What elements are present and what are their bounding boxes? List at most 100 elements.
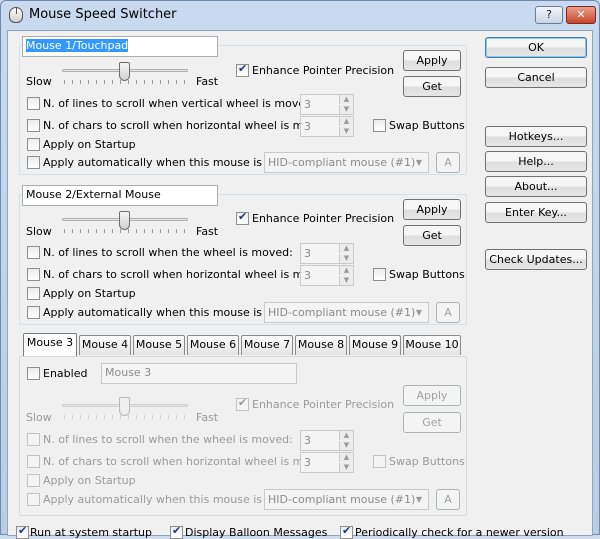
mouse2-lines-label: N. of lines to scroll when the wheel is … — [43, 246, 293, 259]
mouse3-chars-checkbox[interactable] — [27, 455, 40, 468]
check-version-label: Periodically check for a newer version — [355, 526, 564, 539]
chevron-down-icon: ▼ — [415, 495, 423, 504]
mouse1-get-button[interactable]: Get — [403, 76, 461, 97]
mouse3-startup-checkbox[interactable] — [27, 474, 40, 487]
mouse-app-icon — [9, 7, 23, 23]
mouse2-enhance-checkbox[interactable] — [236, 210, 249, 225]
mouse2-speed-thumb[interactable] — [119, 211, 130, 230]
mouse-tabs: Mouse 3 Mouse 4 Mouse 5 Mouse 6 Mouse 7 … — [23, 333, 463, 357]
close-icon[interactable]: ✕ — [566, 6, 596, 24]
mouse2-device-select[interactable]: HID-compliant mouse (#1) ▼ — [264, 302, 429, 323]
mouse3-get-button[interactable]: Get — [403, 412, 461, 433]
tab-mouse-8[interactable]: Mouse 8 — [295, 335, 347, 355]
check-version-checkbox[interactable] — [340, 524, 353, 539]
chevron-down-icon: ▼ — [415, 158, 423, 167]
mouse3-startup-label: Apply on Startup — [43, 474, 136, 487]
balloon-label: Display Balloon Messages — [185, 526, 328, 539]
mouse2-chars-checkbox[interactable] — [27, 268, 40, 281]
mouse1-auto-label: Apply automatically when this mouse is u… — [43, 156, 296, 169]
mouse3-chars-label: N. of chars to scroll when horizontal wh… — [43, 455, 335, 468]
mouse3-apply-button[interactable]: Apply — [403, 385, 461, 406]
mouse2-chars-label: N. of chars to scroll when horizontal wh… — [43, 268, 335, 281]
mouse3-lines-checkbox[interactable] — [27, 433, 40, 446]
mouse1-swap-checkbox[interactable] — [373, 119, 386, 132]
balloon-checkbox[interactable] — [170, 524, 183, 539]
mouse1-apply-button[interactable]: Apply — [403, 50, 461, 71]
mouse2-fast-label: Fast — [196, 225, 219, 238]
mouse1-enhance-checkbox[interactable] — [236, 62, 249, 77]
mouse2-lines-checkbox[interactable] — [27, 246, 40, 259]
mouse2-lines-spinner[interactable]: 3 ▲ ▼ — [300, 243, 354, 264]
title-bar: Mouse Speed Switcher ? ✕ — [1, 1, 599, 29]
mouse2-swap-label: Swap Buttons — [389, 268, 465, 281]
mouse3-swap-checkbox[interactable] — [373, 455, 386, 468]
mouse1-lines-checkbox[interactable] — [27, 97, 40, 110]
mouse1-fast-label: Fast — [196, 75, 219, 88]
mouse3-name-input[interactable]: Mouse 3 — [101, 363, 297, 384]
tab-mouse-4[interactable]: Mouse 4 — [79, 335, 131, 355]
ok-button[interactable]: OK — [485, 37, 587, 58]
mouse3-auto-checkbox[interactable] — [27, 493, 40, 506]
mouse1-lines-label: N. of lines to scroll when vertical whee… — [43, 97, 316, 110]
mouse3-a-button[interactable]: A — [436, 489, 460, 510]
mouse3-fast-label: Fast — [196, 411, 219, 424]
run-startup-label: Run at system startup — [30, 526, 152, 539]
mouse1-slow-label: Slow — [26, 75, 52, 88]
mouse2-swap-checkbox[interactable] — [373, 268, 386, 281]
run-startup-checkbox[interactable] — [16, 524, 29, 539]
help-button[interactable]: Help... — [485, 151, 587, 172]
about-button[interactable]: About... — [485, 176, 587, 197]
mouse3-enhance-checkbox[interactable] — [236, 396, 249, 411]
mouse1-device-select[interactable]: HID-compliant mouse (#1) ▼ — [264, 152, 429, 173]
tab-mouse-3[interactable]: Mouse 3 — [23, 333, 77, 356]
mouse1-swap-label: Swap Buttons — [389, 119, 465, 132]
mouse1-chars-label: N. of chars to scroll when horizontal wh… — [43, 119, 335, 132]
tab-mouse-7[interactable]: Mouse 7 — [241, 335, 293, 355]
mouse2-enhance-label: Enhance Pointer Precision — [252, 212, 395, 225]
mouse1-startup-checkbox[interactable] — [27, 138, 40, 151]
tab-mouse-5[interactable]: Mouse 5 — [133, 335, 185, 355]
mouse2-startup-checkbox[interactable] — [27, 287, 40, 300]
tab-mouse-10[interactable]: Mouse 10 — [403, 335, 461, 355]
chevron-down-icon: ▼ — [415, 308, 423, 317]
check-updates-button[interactable]: Check Updates... — [485, 249, 587, 270]
mouse3-enabled-label: Enabled — [43, 367, 88, 380]
mouse3-enhance-label: Enhance Pointer Precision — [252, 398, 395, 411]
mouse3-slow-label: Slow — [26, 411, 52, 424]
window-title: Mouse Speed Switcher — [29, 7, 177, 22]
mouse2-apply-button[interactable]: Apply — [403, 199, 461, 220]
mouse2-auto-checkbox[interactable] — [27, 306, 40, 319]
enter-key-button[interactable]: Enter Key... — [485, 202, 587, 223]
mouse1-enhance-label: Enhance Pointer Precision — [252, 64, 395, 77]
mouse2-auto-label: Apply automatically when this mouse is u… — [43, 306, 296, 319]
mouse3-lines-label: N. of lines to scroll when the wheel is … — [43, 433, 293, 446]
mouse1-lines-spinner[interactable]: 3 ▲ ▼ — [300, 94, 354, 115]
help-caption-button[interactable]: ? — [535, 6, 563, 24]
dialog-client: Mouse 1/Touchpad Slow Fast Enhance Point… — [7, 30, 593, 539]
mouse2-name-input[interactable]: Mouse 2/External Mouse — [22, 185, 218, 206]
app-window: Mouse Speed Switcher ? ✕ Mouse 1/Touchpa… — [0, 0, 600, 539]
mouse1-name-input[interactable]: Mouse 1/Touchpad — [22, 36, 218, 57]
mouse1-a-button[interactable]: A — [436, 152, 460, 173]
mouse1-chars-checkbox[interactable] — [27, 119, 40, 132]
mouse1-speed-thumb[interactable] — [119, 62, 130, 81]
mouse3-speed-thumb[interactable] — [119, 397, 130, 416]
mouse2-startup-label: Apply on Startup — [43, 287, 136, 300]
mouse3-auto-label: Apply automatically when this mouse is u… — [43, 493, 296, 506]
mouse2-slow-label: Slow — [26, 225, 52, 238]
mouse2-chars-spinner[interactable]: 3 ▲ ▼ — [300, 265, 354, 286]
tab-mouse-6[interactable]: Mouse 6 — [187, 335, 239, 355]
mouse3-chars-spinner[interactable]: 3 ▲ ▼ — [300, 452, 354, 473]
hotkeys-button[interactable]: Hotkeys... — [485, 126, 587, 147]
mouse1-chars-spinner[interactable]: 3 ▲ ▼ — [300, 116, 354, 137]
cancel-button[interactable]: Cancel — [485, 67, 587, 88]
mouse3-lines-spinner[interactable]: 3 ▲ ▼ — [300, 430, 354, 451]
mouse3-enabled-checkbox[interactable] — [27, 367, 40, 380]
mouse1-startup-label: Apply on Startup — [43, 138, 136, 151]
mouse1-auto-checkbox[interactable] — [27, 156, 40, 169]
mouse2-a-button[interactable]: A — [436, 302, 460, 323]
mouse3-swap-label: Swap Buttons — [389, 455, 465, 468]
tab-mouse-9[interactable]: Mouse 9 — [349, 335, 401, 355]
mouse2-get-button[interactable]: Get — [403, 225, 461, 246]
mouse3-device-select[interactable]: HID-compliant mouse (#1) ▼ — [264, 489, 429, 510]
